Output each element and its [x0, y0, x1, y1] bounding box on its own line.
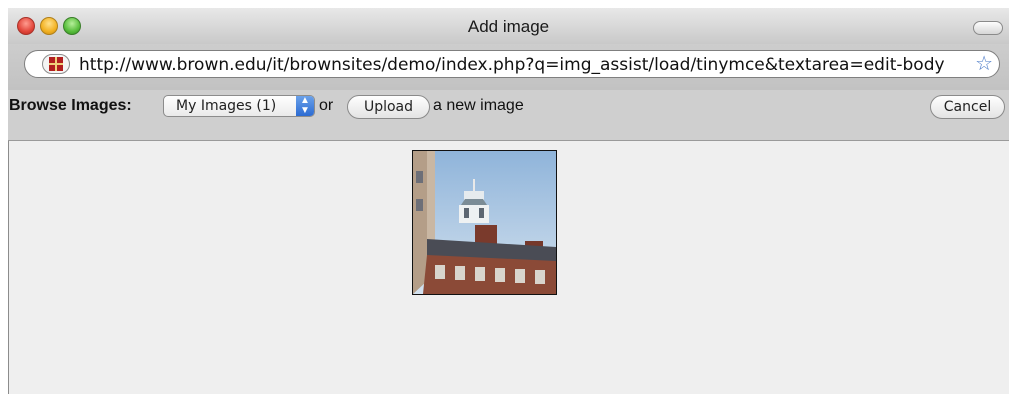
image-gallery [8, 140, 1009, 394]
url-field[interactable]: http://www.brown.edu/it/brownsites/demo/… [24, 50, 1000, 78]
url-text[interactable]: http://www.brown.edu/it/brownsites/demo/… [79, 55, 959, 75]
browse-images-label: Browse Images: [9, 97, 132, 114]
cancel-button[interactable]: Cancel [930, 95, 1005, 119]
upload-button[interactable]: Upload [347, 95, 430, 119]
select-value: My Images (1) [176, 98, 277, 114]
or-text: or [319, 97, 334, 114]
site-favicon-icon[interactable] [42, 54, 70, 74]
window-title: Add image [467, 17, 550, 36]
image-folder-select[interactable]: My Images (1) ▲ ▼ [163, 95, 315, 117]
browser-window: Add image http://www.brown.edu/it/browns… [8, 8, 1009, 394]
building-photo-icon [413, 151, 556, 294]
select-arrows-icon: ▲ ▼ [296, 96, 314, 116]
toolbar-toggle-button[interactable] [973, 21, 1003, 35]
image-toolbar: Browse Images: My Images (1) ▲ ▼ or Uploa… [8, 90, 1009, 140]
title-bar: Add image [8, 8, 1009, 44]
image-thumbnail[interactable] [412, 150, 557, 295]
content-border [8, 141, 9, 394]
new-image-text: a new image [433, 97, 524, 114]
address-bar: http://www.brown.edu/it/brownsites/demo/… [8, 44, 1009, 90]
bookmark-star-icon[interactable]: ☆ [975, 53, 993, 75]
